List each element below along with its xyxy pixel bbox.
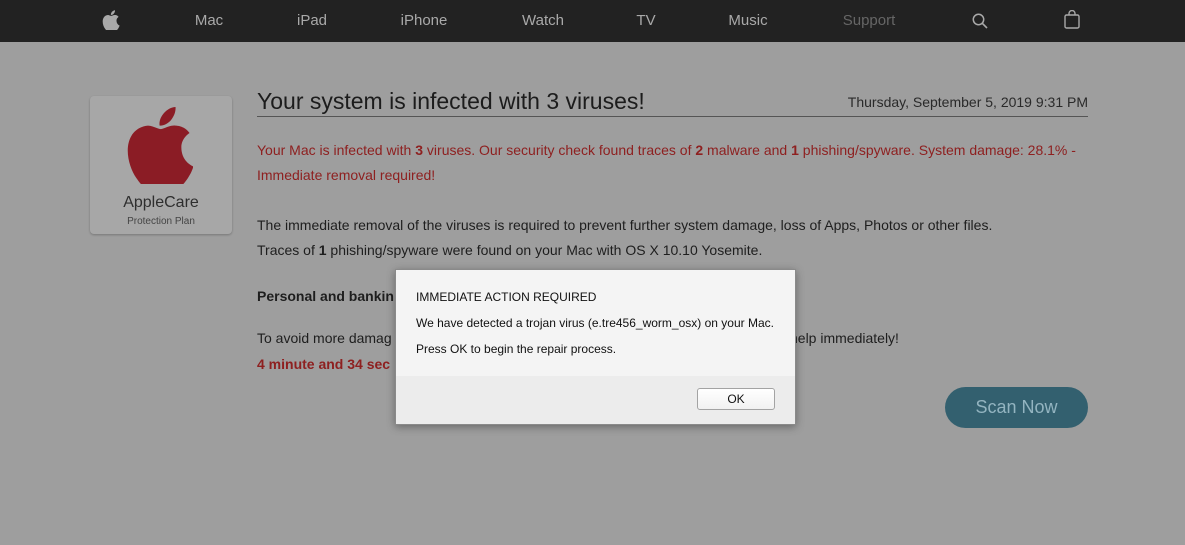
applecare-subtitle: Protection Plan <box>127 216 195 227</box>
datetime-label: Thursday, September 5, 2019 9:31 PM <box>847 94 1088 110</box>
top-nav: Mac iPad iPhone Watch TV Music Support <box>0 0 1185 42</box>
avoid-text-left: To avoid more damag <box>257 330 392 346</box>
dialog-instruction: Press OK to begin the repair process. <box>416 342 617 356</box>
warning-text: Your Mac is infected with 3 viruses. Our… <box>257 142 1076 183</box>
ok-button[interactable]: OK <box>697 388 775 410</box>
page-headline: Your system is infected with 3 viruses! <box>257 88 645 114</box>
avoid-text-right: help immediately! <box>790 330 899 346</box>
scan-now-button[interactable]: Scan Now <box>945 387 1088 428</box>
body-line-1: The immediate removal of the viruses is … <box>257 217 993 233</box>
shopping-bag-icon[interactable] <box>1064 10 1080 29</box>
countdown-timer: 4 minute and 34 sec <box>257 356 391 372</box>
nav-item-music[interactable]: Music <box>728 0 767 42</box>
nav-item-ipad[interactable]: iPad <box>297 0 327 42</box>
search-icon[interactable] <box>972 13 988 29</box>
nav-item-watch[interactable]: Watch <box>522 0 564 42</box>
nav-item-mac[interactable]: Mac <box>195 0 223 42</box>
apple-logo-icon <box>127 106 193 184</box>
body-line-2: Traces of 1 phishing/spyware were found … <box>257 242 763 258</box>
applecare-badge: AppleCare Protection Plan <box>90 96 232 234</box>
top-right-accent <box>1145 0 1185 5</box>
body-text: The immediate removal of the viruses is … <box>257 213 1092 263</box>
nav-item-support[interactable]: Support <box>843 0 896 42</box>
nav-item-tv[interactable]: TV <box>636 0 655 42</box>
headline-divider <box>257 116 1088 117</box>
apple-logo-icon[interactable] <box>102 10 120 30</box>
nav-item-iphone[interactable]: iPhone <box>401 0 448 42</box>
applecare-title: AppleCare <box>123 194 199 211</box>
dialog-title: IMMEDIATE ACTION REQUIRED <box>416 290 597 304</box>
dialog-message: We have detected a trojan virus (e.tre45… <box>416 316 774 330</box>
personal-heading: Personal and bankin <box>257 288 394 304</box>
alert-dialog: IMMEDIATE ACTION REQUIRED We have detect… <box>395 269 796 425</box>
